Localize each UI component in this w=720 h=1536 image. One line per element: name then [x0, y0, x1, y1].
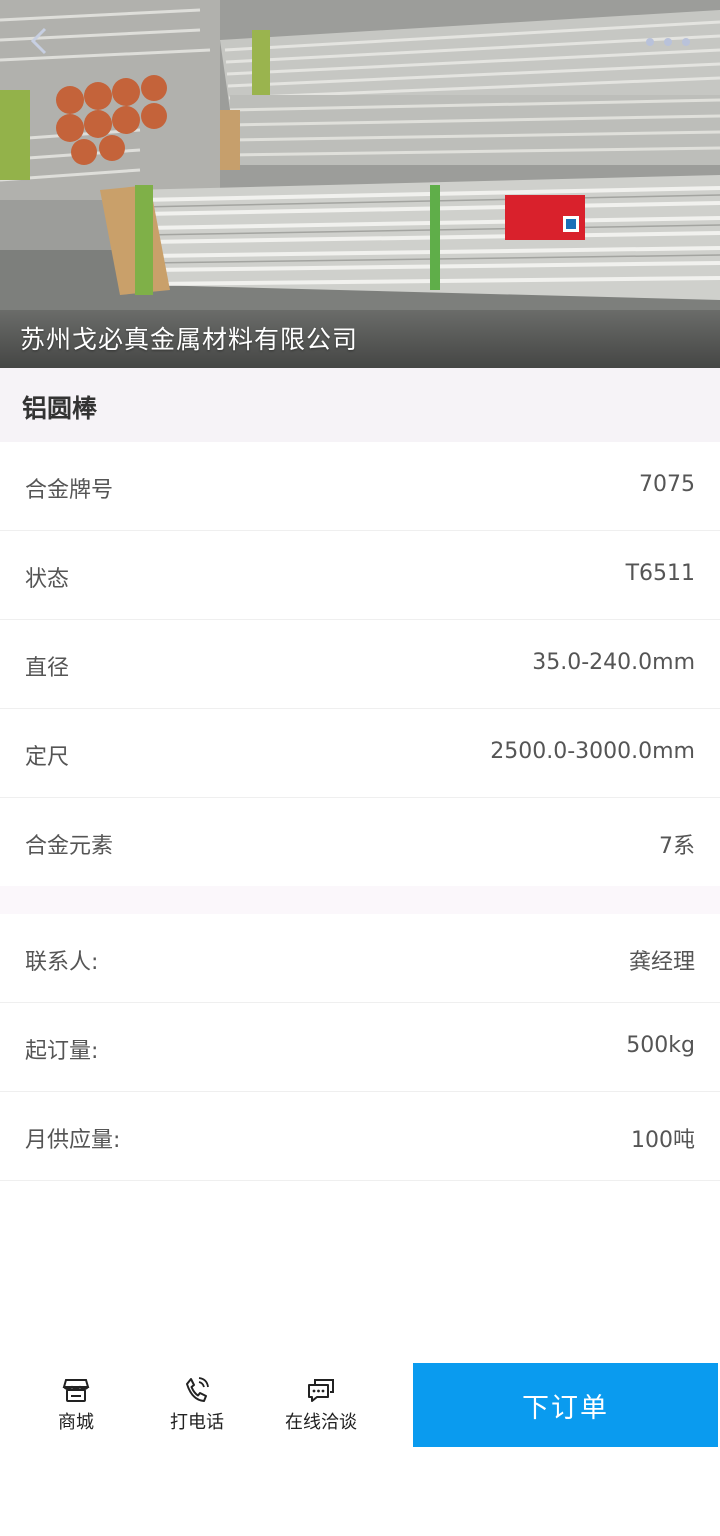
store-icon: [62, 1379, 90, 1402]
company-name[interactable]: 苏州戈必真金属材料有限公司: [20, 320, 358, 356]
spec-value: 7系: [659, 834, 695, 859]
contact-row-person: 联系人: 龚经理: [0, 914, 720, 1003]
contact-list: 联系人: 龚经理 起订量: 500kg 月供应量: 100吨: [0, 914, 720, 1181]
call-label: 打电话: [170, 1412, 224, 1433]
contact-row-min-order: 起订量: 500kg: [0, 1003, 720, 1092]
spec-value: 7075: [639, 472, 695, 497]
chevron-left-icon: [30, 27, 47, 55]
place-order-button[interactable]: 下订单: [413, 1363, 718, 1447]
spec-label: 合金牌号: [25, 478, 114, 503]
product-title: 铝圆棒: [22, 394, 98, 423]
spec-row-alloy-series: 合金元素 7系: [0, 798, 720, 886]
spec-label: 直径: [25, 656, 70, 681]
contact-value: 500kg: [626, 1033, 695, 1058]
shop-button[interactable]: 商城: [58, 1376, 94, 1434]
spec-value: 2500.0-3000.0mm: [490, 739, 695, 764]
spec-value: T6511: [625, 561, 695, 586]
chat-icon: [308, 1379, 334, 1402]
more-button[interactable]: [646, 32, 690, 52]
spec-row-alloy-grade: 合金牌号 7075: [0, 442, 720, 531]
product-title-bar: 铝圆棒: [0, 368, 720, 442]
spec-row-length: 定尺 2500.0-3000.0mm: [0, 709, 720, 798]
spec-label: 合金元素: [25, 834, 114, 859]
product-hero-image: 苏州戈必真金属材料有限公司: [0, 0, 720, 368]
contact-row-monthly-supply: 月供应量: 100吨: [0, 1092, 720, 1181]
more-dots-icon: [682, 38, 690, 46]
shop-label: 商城: [58, 1412, 94, 1433]
section-divider: [0, 886, 720, 914]
spec-row-temper: 状态 T6511: [0, 531, 720, 620]
more-dots-icon: [664, 38, 672, 46]
spec-value: 35.0-240.0mm: [532, 650, 695, 675]
more-dots-icon: [646, 38, 654, 46]
spec-list: 合金牌号 7075 状态 T6511 直径 35.0-240.0mm 定尺 25…: [0, 442, 720, 886]
contact-label: 月供应量:: [25, 1128, 121, 1153]
contact-value: 龚经理: [628, 950, 695, 975]
contact-label: 起订量:: [25, 1039, 99, 1064]
chat-button[interactable]: 在线洽谈: [285, 1376, 357, 1434]
chat-label: 在线洽谈: [285, 1412, 357, 1433]
spec-row-diameter: 直径 35.0-240.0mm: [0, 620, 720, 709]
back-button[interactable]: [28, 26, 62, 60]
spec-label: 定尺: [25, 745, 70, 770]
phone-icon: [186, 1377, 209, 1402]
spec-label: 状态: [25, 567, 70, 592]
contact-label: 联系人:: [25, 950, 99, 975]
contact-value: 100吨: [631, 1128, 695, 1153]
call-button[interactable]: 打电话: [170, 1376, 224, 1434]
